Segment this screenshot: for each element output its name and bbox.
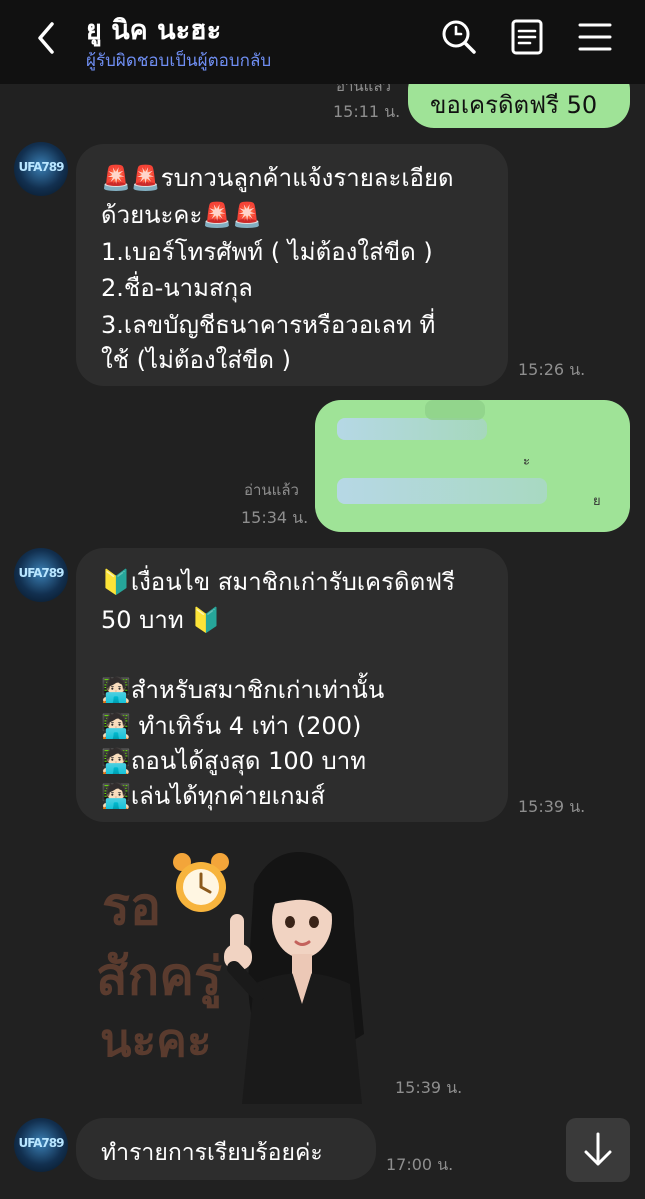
- message-line: 🧑🏻‍💻เล่นได้ทุกค่ายเกมส์: [101, 782, 326, 810]
- avatar[interactable]: UFA789: [14, 1118, 68, 1172]
- notes-icon[interactable]: [508, 18, 546, 56]
- message-fragment: ย: [593, 494, 601, 509]
- message-time: 15:39 น.: [518, 797, 586, 816]
- blurred-content: [337, 418, 487, 440]
- incoming-message[interactable]: 🔰เงื่อนไข สมาชิกเก่ารับเครดิตฟรี 50 บาท …: [76, 548, 508, 822]
- message-time: 17:00 น.: [386, 1155, 454, 1174]
- search-icon[interactable]: [440, 18, 478, 56]
- message-line: 3.เลขบัญชีธนาคารหรือวอเลท ที่: [101, 311, 436, 339]
- message-line: 2.ชื่อ-นามสกุล: [101, 274, 253, 302]
- chat-title: ยู นิค นะฮะ: [86, 15, 222, 46]
- message-text: ขอเครดิตฟรี 50: [430, 91, 598, 119]
- message-line: ใช้ (ไม่ต้องใส่ขีด ): [101, 346, 291, 374]
- chat-area[interactable]: อ่านแล้ว 15:11 น. ขอเครดิตฟรี 50 UFA789 …: [0, 64, 645, 1199]
- message-line: 🧑🏻‍💻ถอนได้สูงสุด 100 บาท: [101, 747, 367, 775]
- chat-header: ยู นิค นะฮะ ผู้รับผิดชอบเป็นผู้ตอบกลับ: [0, 0, 645, 84]
- message-fragment: ะ: [523, 454, 530, 469]
- blurred-content: [337, 478, 547, 504]
- message-line: 50 บาท 🔰: [101, 606, 222, 634]
- scroll-to-bottom-button[interactable]: [566, 1118, 630, 1182]
- avatar[interactable]: UFA789: [14, 548, 68, 602]
- incoming-message[interactable]: ทำรายการเรียบร้อยค่ะ: [76, 1118, 376, 1180]
- message-time: 15:11 น.: [333, 102, 401, 121]
- read-receipt: อ่านแล้ว: [244, 481, 299, 499]
- message-time: 15:34 น.: [241, 508, 309, 527]
- message-line: 🔰เงื่อนไข สมาชิกเก่ารับเครดิตฟรี: [101, 568, 456, 596]
- blurred-content: [425, 400, 485, 420]
- outgoing-message-blurred[interactable]: ะ ย: [315, 400, 630, 532]
- arrow-down-icon: [584, 1132, 612, 1166]
- message-line: 🧑🏻‍💻 ทำเทิร์น 4 เท่า (200): [101, 712, 362, 740]
- menu-icon[interactable]: [576, 18, 614, 56]
- incoming-message[interactable]: 🚨🚨รบกวนลูกค้าแจ้งรายละเอียด ด้วยนะคะ🚨🚨 1…: [76, 144, 508, 386]
- chat-subtitle: ผู้รับผิดชอบเป็นผู้ตอบกลับ: [86, 51, 272, 71]
- message-line: 🧑🏻‍💻สำหรับสมาชิกเก่าเท่านั้น: [101, 676, 385, 704]
- woman-character-icon: [224, 852, 364, 1104]
- avatar[interactable]: UFA789: [14, 142, 68, 196]
- message-line: ด้วยนะคะ🚨🚨: [101, 201, 263, 229]
- sticker-text: นะคะ: [100, 1013, 212, 1067]
- message-line: 1.เบอร์โทรศัพท์ ( ไม่ต้องใส่ขีด ): [101, 238, 433, 266]
- message-time: 15:39 น.: [395, 1078, 463, 1097]
- message-time: 15:26 น.: [518, 360, 586, 379]
- message-text: ทำรายการเรียบร้อยค่ะ: [101, 1140, 323, 1166]
- message-line: 🚨🚨รบกวนลูกค้าแจ้งรายละเอียด: [101, 164, 454, 192]
- back-icon[interactable]: [30, 18, 66, 58]
- sticker[interactable]: รอ สักครู่ นะคะ: [96, 844, 386, 1104]
